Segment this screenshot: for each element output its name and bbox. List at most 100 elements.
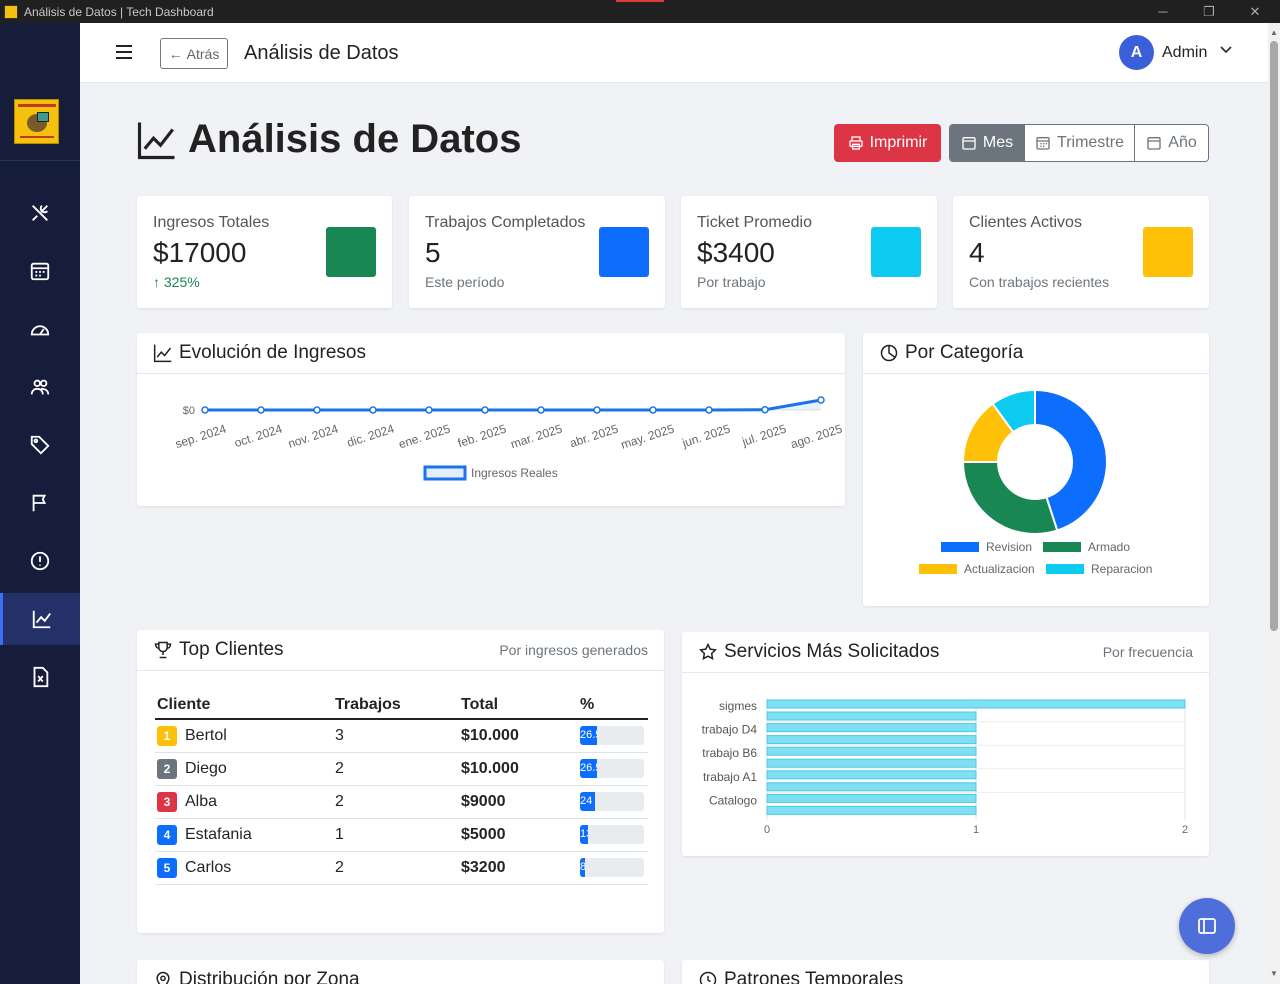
jobs-cell: 3 [333,719,459,753]
sidebar-item-analytics[interactable] [0,593,80,645]
scroll-up-icon[interactable]: ▲ [1270,28,1278,37]
y-tick-label: trabajo A1 [703,770,757,784]
user-name[interactable]: Admin [1162,44,1207,62]
services-bar-chart[interactable]: 0 1 2 sigmes trabajo D4 trabajo B6 trabajo A1 C… [682,673,1209,856]
sidebar-item-clients[interactable] [0,361,80,413]
category-donut-chart[interactable]: Revision Armado Actualizacion Reparacion [863,374,1209,606]
panel-header: Por Categoría [863,333,1209,374]
x-tick-label: mar. 2025 [509,421,564,451]
kpi-label: Clientes Activos [969,214,1082,231]
sidebar-toggle-fab[interactable] [1179,898,1235,954]
panel-title: Servicios Más Solicitados [724,641,940,662]
period-quarter-button[interactable]: Trimestre [1025,125,1135,161]
star-icon [699,642,717,660]
revenue-line-chart[interactable]: $0 sep. 2024 oct. 2024 nov. 2024 dic. 2024 en… [137,374,845,506]
sidebar-item-export[interactable] [0,651,80,703]
print-button[interactable]: Imprimir [834,124,941,162]
column-header[interactable]: Total [459,691,578,720]
kpi-card-jobs: Trabajos Completados 5 Este período [409,196,665,308]
legend-swatch [919,564,957,574]
kpi-value: $3400 [697,237,775,268]
data-point [537,406,545,414]
table-header-row: Cliente Trabajos Total % [155,691,648,720]
client-name: Alba [185,792,218,810]
percent-progress-fill: 24 [580,792,596,811]
x-tick-label: jun. 2025 [680,421,733,450]
column-header[interactable]: Trabajos [333,691,459,720]
period-year-button[interactable]: Año [1135,125,1208,161]
bar [766,758,977,768]
printer-icon [848,136,863,150]
period-selector: Mes Trimestre Año [949,124,1209,162]
brand-logo[interactable] [14,99,59,144]
rank-badge: 2 [157,758,177,779]
restore-button[interactable]: ❐ [1186,0,1232,23]
data-point [481,406,489,414]
chart-line-icon [137,122,175,159]
panel-title: Por Categoría [905,342,1024,363]
rank-badge: 3 [157,791,177,812]
kpi-card-ticket: Ticket Promedio $3400 Por trabajo [681,196,937,308]
menu-toggle-button[interactable] [116,45,132,59]
sidebar-item-tags[interactable] [0,419,80,471]
kpi-swatch [326,227,376,277]
sidebar-item-dashboard[interactable] [0,303,80,355]
bar [766,711,977,721]
top-clients-panel: Top Clientes Por ingresos generados Clie… [137,630,664,933]
percent-progress: 26.5 [580,759,644,778]
column-header[interactable]: % [578,691,648,720]
client-cell: 4 Estafania [155,818,333,852]
table-row[interactable]: 5 Carlos 2$32008.5 [155,851,648,885]
minimize-button[interactable]: ─ [1140,0,1186,23]
data-point [313,406,321,414]
period-month-button[interactable]: Mes [950,125,1025,161]
window-title: Análisis de Datos | Tech Dashboard [24,4,214,19]
table-row[interactable]: 1 Bertol 3$10.00026.5 [155,719,648,753]
sidebar-item-flags[interactable] [0,477,80,529]
client-cell: 1 Bertol [155,719,333,753]
x-tick-label: abr. 2025 [568,421,620,450]
table-row[interactable]: 3 Alba 2 $9000 24 [155,785,648,819]
data-point [817,396,825,404]
avatar[interactable]: A [1119,35,1154,70]
x-tick-label: oct. 2024 [233,421,285,450]
kpi-value: 5 [425,237,441,268]
x-tick-label: ene. 2025 [397,421,452,451]
scroll-down-icon[interactable]: ▼ [1270,969,1278,978]
sidebar-item-tools[interactable] [0,187,80,239]
legend-label: Ingresos Reales [471,466,558,480]
top-header: ← Atrás Análisis de Datos A Admin [80,23,1268,83]
layout-sidebar-icon [1198,918,1216,934]
column-header[interactable]: Cliente [155,691,333,720]
table-row[interactable]: 2Diego2$10.00026.5 [155,752,648,786]
tags-icon [30,435,50,455]
legend-swatch [1043,542,1081,552]
y-tick-label: trabajo B6 [702,746,757,760]
chevron-down-icon[interactable] [1219,44,1233,56]
trophy-icon [154,641,172,659]
chart-line-icon [32,610,51,629]
data-point [369,406,377,414]
y-tick-label: Catalogo [709,793,757,807]
table-row[interactable]: 4 Estafania 1$500013 [155,818,648,852]
titlebar-accent [616,0,664,2]
page-scrollbar[interactable]: ▲ ▼ [1268,23,1280,984]
back-button[interactable]: ← Atrás [160,38,228,69]
close-window-button[interactable]: ✕ [1232,0,1278,23]
client-name: Diego [185,759,227,777]
kpi-sub: Con trabajos recientes [969,274,1110,290]
sidebar-item-calendar[interactable] [0,245,80,297]
page-title: Análisis de Datos [188,117,522,161]
percent-progress: 24 [580,792,644,811]
scrollbar-thumb[interactable] [1270,41,1278,631]
data-point [425,406,433,414]
percent-progress: 8.5 [580,858,644,877]
clock-icon [699,971,717,984]
x-tick-label: jul. 2025 [739,421,788,449]
y-tick-label: trabajo D4 [702,723,758,737]
kpi-sub: Por trabajo [697,274,766,290]
percent-progress: 13 [580,825,644,844]
x-tick-label: sep. 2024 [173,421,228,451]
bar [766,770,977,780]
sidebar-item-alerts[interactable] [0,535,80,587]
